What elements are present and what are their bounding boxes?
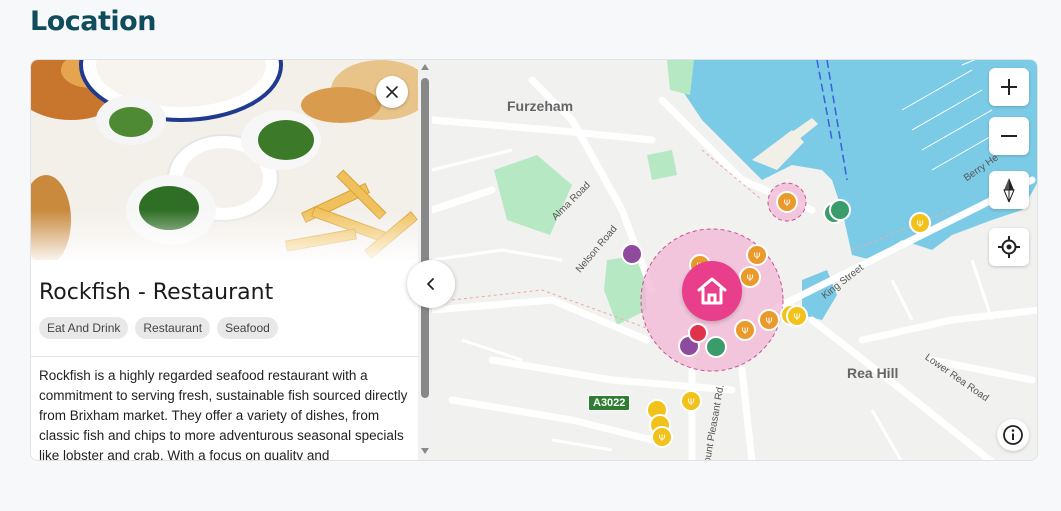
divider: [31, 356, 418, 357]
crosshair-icon: [998, 236, 1020, 258]
red-marker[interactable]: [688, 323, 708, 343]
place-tags: Eat And Drink Restaurant Seafood: [39, 317, 278, 339]
close-icon: [386, 86, 398, 98]
place-detail-panel: Rockfish - Restaurant Eat And Drink Rest…: [31, 60, 418, 461]
tag-chip: Seafood: [217, 317, 278, 339]
plus-icon: [1001, 79, 1017, 95]
zoom-in-button[interactable]: [989, 68, 1029, 106]
svg-text:Ψ: Ψ: [916, 220, 923, 230]
scroll-thumb[interactable]: [421, 78, 429, 398]
compass-icon: [1003, 178, 1015, 203]
compass-button[interactable]: [989, 171, 1029, 209]
map-canvas[interactable]: Furzeham Rea Hill Alma Road Nelson Road …: [432, 60, 1037, 460]
zoom-out-button[interactable]: [989, 117, 1029, 155]
svg-text:Ψ: Ψ: [765, 317, 772, 327]
scroll-down-arrow[interactable]: [421, 448, 429, 454]
section-title: Location: [30, 6, 156, 37]
map-markers: ΨΨΨ ΨΨΨ ΨΨΨ Ψ: [621, 191, 931, 448]
scroll-up-arrow[interactable]: [421, 64, 429, 70]
info-icon: [1003, 425, 1023, 445]
minus-icon: [1001, 135, 1017, 137]
place-photo: [31, 60, 418, 260]
chevron-left-icon: [427, 278, 434, 290]
svg-text:Ψ: Ψ: [753, 252, 760, 262]
locate-button[interactable]: [989, 228, 1029, 266]
home-icon: [697, 277, 727, 305]
location-card: Rockfish - Restaurant Eat And Drink Rest…: [30, 59, 1038, 461]
place-name: Rockfish - Restaurant: [39, 280, 274, 305]
svg-text:Ψ: Ψ: [793, 313, 800, 323]
svg-text:Ψ: Ψ: [687, 398, 694, 408]
svg-text:Ψ: Ψ: [783, 199, 790, 209]
svg-text:Ψ: Ψ: [658, 434, 665, 444]
tag-chip: Restaurant: [135, 317, 211, 339]
home-marker[interactable]: [682, 261, 742, 321]
map-info-button[interactable]: [997, 419, 1029, 451]
collapse-panel-button[interactable]: [407, 260, 455, 308]
svg-text:Ψ: Ψ: [746, 274, 753, 284]
svg-text:Ψ: Ψ: [741, 327, 748, 337]
tag-chip: Eat And Drink: [39, 317, 129, 339]
close-button[interactable]: [376, 76, 408, 108]
place-description: Rockfish is a highly regarded seafood re…: [39, 368, 408, 461]
